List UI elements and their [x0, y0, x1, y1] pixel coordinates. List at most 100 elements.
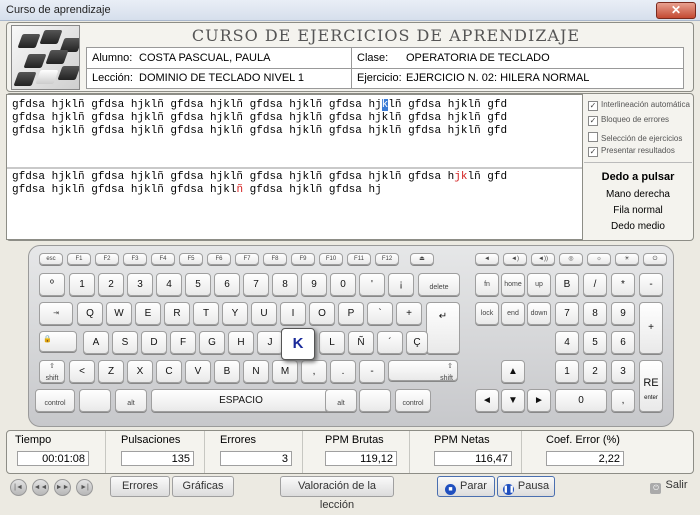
key-num-9[interactable]: 9: [611, 302, 635, 325]
pausa-button[interactable]: ❚❚ Pausa: [497, 476, 555, 497]
key-esc[interactable]: esc: [39, 253, 63, 265]
caps-lock-key-icon[interactable]: 🔒: [39, 331, 77, 352]
key-f7[interactable]: F7: [235, 253, 259, 265]
key-option-right[interactable]: [359, 389, 391, 412]
volume-down-key-icon[interactable]: ◄): [503, 253, 527, 265]
shift-right-key-icon[interactable]: ⇧ shift: [388, 360, 458, 382]
key-down[interactable]: down: [527, 302, 551, 325]
key-num-8[interactable]: 8: [583, 302, 607, 325]
key-f10[interactable]: F10: [319, 253, 343, 265]
key-q[interactable]: Q: [77, 302, 103, 325]
key-option-left[interactable]: [79, 389, 111, 412]
shift-left-key-icon[interactable]: ⇧ shift: [39, 360, 65, 383]
return-key-icon[interactable]: ↵: [426, 302, 460, 354]
key-num-plus[interactable]: +: [639, 302, 663, 354]
key-4[interactable]: 4: [156, 273, 182, 296]
brightness-up-key-icon[interactable]: ☀: [615, 253, 639, 265]
key-lock[interactable]: lock: [475, 302, 499, 325]
key-alt-left[interactable]: alt: [115, 389, 147, 412]
key-apostrophe[interactable]: ': [359, 273, 385, 296]
key-plus[interactable]: +: [396, 302, 422, 325]
mute-key-icon[interactable]: ◄: [475, 253, 499, 265]
key-v[interactable]: V: [185, 360, 211, 383]
key-j[interactable]: J: [257, 331, 283, 354]
errores-button[interactable]: Errores: [110, 476, 170, 497]
key-backtick[interactable]: `: [367, 302, 393, 325]
close-button[interactable]: ✕: [656, 2, 696, 19]
eject-key-icon[interactable]: ⏏: [410, 253, 434, 265]
key-f4[interactable]: F4: [151, 253, 175, 265]
key-control-right[interactable]: control: [395, 389, 431, 412]
graficas-button[interactable]: Gráficas: [172, 476, 234, 497]
key-f11[interactable]: F11: [347, 253, 371, 265]
key-num-comma[interactable]: ,: [611, 389, 635, 412]
key-f5[interactable]: F5: [179, 253, 203, 265]
key-0[interactable]: 0: [330, 273, 356, 296]
key-minus[interactable]: -: [359, 360, 385, 383]
key-num-7[interactable]: 7: [555, 302, 579, 325]
last-icon[interactable]: ►|: [76, 479, 93, 496]
key-num-1[interactable]: 1: [555, 360, 579, 383]
key-delete[interactable]: delete: [418, 273, 460, 296]
arrow-down-key-icon[interactable]: ▼: [501, 389, 525, 412]
key-num-4[interactable]: 4: [555, 331, 579, 354]
brightness-down-key-icon[interactable]: ☼: [587, 253, 611, 265]
key-num-5[interactable]: 5: [583, 331, 607, 354]
key-cedilla[interactable]: Ç: [406, 331, 428, 354]
key-num-star[interactable]: *: [611, 273, 635, 296]
key-space[interactable]: ESPACIO: [151, 389, 331, 412]
exercise-text-area[interactable]: gfdsa hjklñ gfdsa hjklñ gfdsa hjklñ gfds…: [6, 94, 583, 240]
key-5[interactable]: 5: [185, 273, 211, 296]
key-num-2[interactable]: 2: [583, 360, 607, 383]
key-less[interactable]: <: [69, 360, 95, 383]
key-6[interactable]: 6: [214, 273, 240, 296]
key-f2[interactable]: F2: [95, 253, 119, 265]
volume-up-key-icon[interactable]: ◄)): [531, 253, 555, 265]
key-h[interactable]: H: [228, 331, 254, 354]
key-num-b[interactable]: B: [555, 273, 579, 296]
key-f[interactable]: F: [170, 331, 196, 354]
arrow-up-key-icon[interactable]: ▲: [501, 360, 525, 383]
key-o[interactable]: O: [309, 302, 335, 325]
key-f3[interactable]: F3: [123, 253, 147, 265]
bloqueo-checkbox[interactable]: ✓ Bloqueo de errores: [588, 115, 669, 126]
key-inverted-exclamation[interactable]: ¡: [388, 273, 414, 296]
key-g[interactable]: G: [199, 331, 225, 354]
arrow-right-key-icon[interactable]: ►: [527, 389, 551, 412]
key-i[interactable]: I: [280, 302, 306, 325]
key-7[interactable]: 7: [243, 273, 269, 296]
key-w[interactable]: W: [106, 302, 132, 325]
key-e[interactable]: E: [135, 302, 161, 325]
key-2[interactable]: 2: [98, 273, 124, 296]
key-f8[interactable]: F8: [263, 253, 287, 265]
key-u[interactable]: U: [251, 302, 277, 325]
salir-button[interactable]: ⏻ Salir: [643, 476, 695, 495]
key-z[interactable]: Z: [98, 360, 124, 383]
key-t[interactable]: T: [193, 302, 219, 325]
power-key-icon[interactable]: ⏻: [643, 253, 667, 265]
key-f12[interactable]: F12: [375, 253, 399, 265]
key-fn[interactable]: fn: [475, 273, 499, 296]
key-b[interactable]: B: [214, 360, 240, 383]
key-grave[interactable]: º: [39, 273, 65, 296]
key-9[interactable]: 9: [301, 273, 327, 296]
key-l[interactable]: L: [319, 331, 345, 354]
key-num-3[interactable]: 3: [611, 360, 635, 383]
key-acute[interactable]: ´: [377, 331, 403, 354]
parar-button[interactable]: ■ Parar: [437, 476, 495, 497]
key-control-left[interactable]: control: [35, 389, 75, 412]
key-num-slash[interactable]: /: [583, 273, 607, 296]
key-up[interactable]: up: [527, 273, 551, 296]
interlineacion-checkbox[interactable]: ✓ Interlineación automática: [588, 100, 690, 111]
key-alt-right[interactable]: alt: [325, 389, 357, 412]
key-p[interactable]: P: [338, 302, 364, 325]
key-r[interactable]: R: [164, 302, 190, 325]
key-m[interactable]: M: [272, 360, 298, 383]
key-a[interactable]: A: [83, 331, 109, 354]
key-d[interactable]: D: [141, 331, 167, 354]
key-c[interactable]: C: [156, 360, 182, 383]
key-y[interactable]: Y: [222, 302, 248, 325]
key-3[interactable]: 3: [127, 273, 153, 296]
key-period[interactable]: .: [330, 360, 356, 383]
first-icon[interactable]: |◄: [10, 479, 27, 496]
